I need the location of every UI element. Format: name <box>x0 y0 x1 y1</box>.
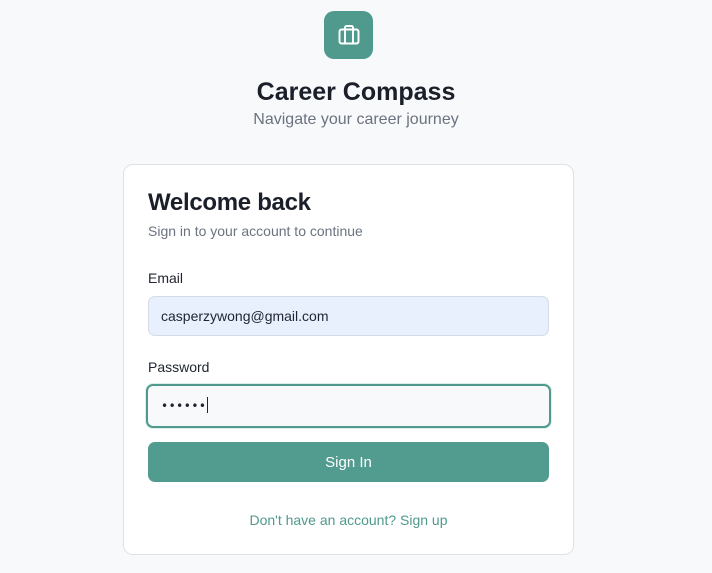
password-label: Password <box>148 359 210 375</box>
app-subtitle: Navigate your career journey <box>253 111 459 128</box>
sign-up-link[interactable]: Don't have an account? Sign up <box>124 511 573 529</box>
text-caret <box>207 397 209 413</box>
app-logo <box>324 11 373 59</box>
password-mask: •••••• <box>161 399 207 413</box>
briefcase-icon <box>338 25 359 45</box>
email-label: Email <box>148 270 184 286</box>
password-value: •••••• <box>161 397 209 414</box>
sign-in-button[interactable]: Sign In <box>148 442 549 482</box>
email-input[interactable] <box>148 296 549 336</box>
login-card: Welcome back Sign in to your account to … <box>123 164 574 555</box>
card-subtitle: Sign in to your account to continue <box>148 223 363 239</box>
card-title: Welcome back <box>148 189 311 216</box>
app-title: Career Compass <box>256 78 456 106</box>
